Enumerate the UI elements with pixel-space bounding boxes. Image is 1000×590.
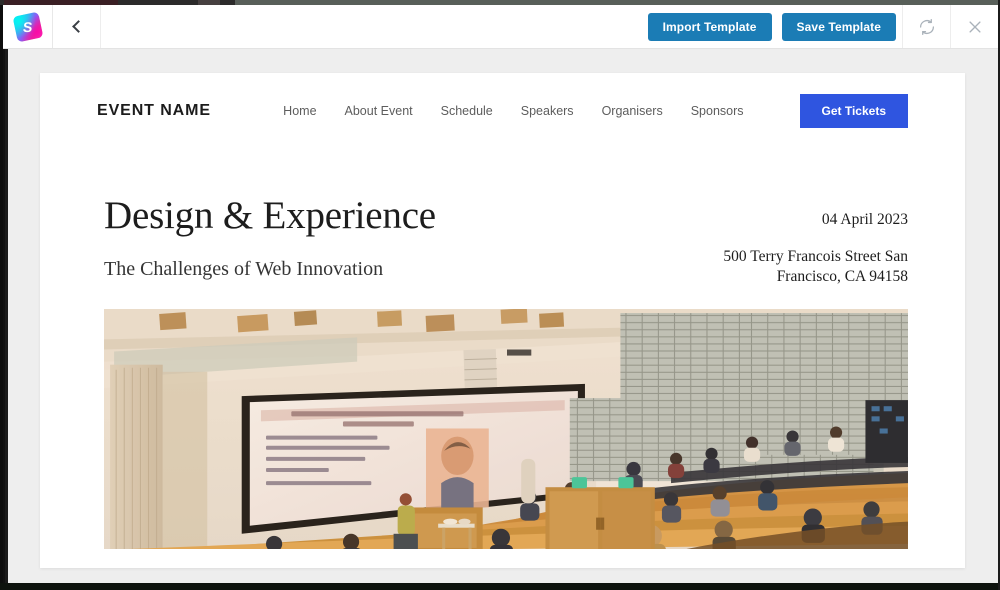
site-header: EVENT NAME Home About Event Schedule Spe… (40, 73, 965, 149)
logo-letter: S (21, 18, 34, 35)
nav-item-organisers[interactable]: Organisers (602, 104, 663, 118)
get-tickets-button[interactable]: Get Tickets (799, 94, 908, 128)
editor-toolbar: S Import Template Save Template (3, 5, 998, 49)
nav-item-schedule[interactable]: Schedule (441, 104, 493, 118)
hero-section: Design & Experience The Challenges of We… (40, 149, 965, 288)
close-button[interactable] (950, 5, 998, 48)
nav-item-about-event[interactable]: About Event (345, 104, 413, 118)
strikingly-logo-icon: S (12, 11, 43, 42)
hero-text-block: Design & Experience The Challenges of We… (104, 194, 693, 281)
toolbar-actions: Import Template Save Template (647, 5, 902, 48)
save-template-button[interactable]: Save Template (781, 12, 896, 41)
lecture-hall-auditorium-photo (104, 308, 908, 549)
hero-meta-block: 04 April 2023 500 Terry Francois Street … (693, 195, 908, 288)
refresh-icon (919, 18, 934, 35)
chevron-left-icon (71, 20, 85, 33)
website-preview[interactable]: EVENT NAME Home About Event Schedule Spe… (40, 73, 965, 568)
refresh-button[interactable] (902, 5, 950, 48)
nav-item-home[interactable]: Home (283, 104, 316, 118)
import-template-button[interactable]: Import Template (647, 12, 772, 41)
editor-canvas-backdrop: EVENT NAME Home About Event Schedule Spe… (3, 49, 998, 583)
app-logo[interactable]: S (3, 5, 53, 48)
back-button[interactable] (53, 5, 101, 48)
address-line-2: Francisco, CA 94158 (776, 268, 908, 286)
bottom-status-bar (0, 583, 1000, 590)
close-icon (968, 20, 981, 33)
address-line-1: 500 Terry Francois Street San (723, 248, 908, 265)
nav-item-speakers[interactable]: Speakers (521, 104, 574, 118)
editor-left-rail (5, 49, 8, 583)
event-date: 04 April 2023 (821, 211, 908, 228)
site-brand: EVENT NAME (97, 102, 211, 119)
hero-title: Design & Experience (104, 194, 436, 237)
nav-item-sponsors[interactable]: Sponsors (691, 104, 744, 118)
hero-photo[interactable] (104, 308, 908, 549)
hero-subtitle: The Challenges of Web Innovation (104, 258, 384, 281)
site-navigation: Home About Event Schedule Speakers Organ… (283, 94, 908, 128)
app-window: S Import Template Save Template EVENT NA… (0, 0, 1000, 590)
event-address: 500 Terry Francois Street San Francisco,… (693, 247, 908, 288)
